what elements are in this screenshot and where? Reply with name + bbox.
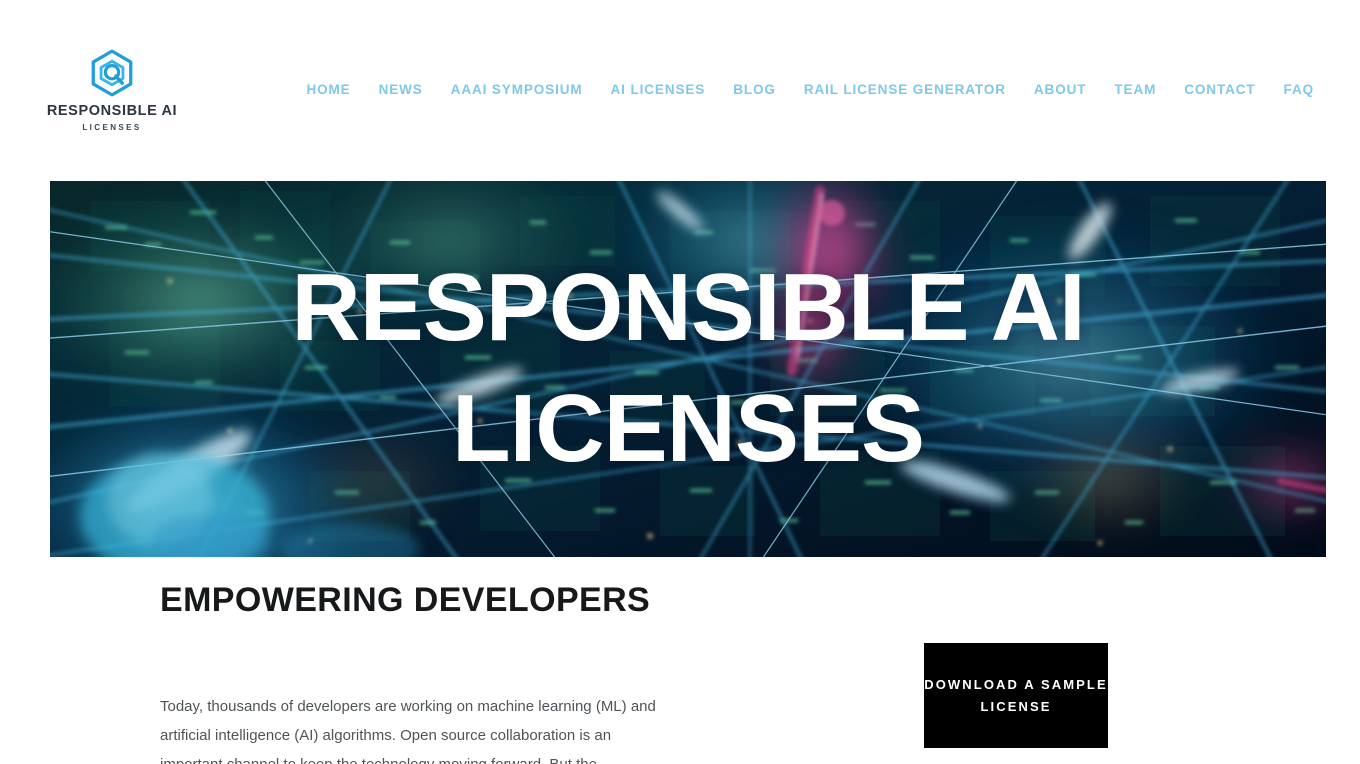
hero-title-line-1: RESPONSIBLE AI bbox=[291, 254, 1085, 362]
download-sample-license-button[interactable]: DOWNLOAD A SAMPLE LICENSE bbox=[924, 643, 1108, 748]
section-paragraph: Today, thousands of developers are worki… bbox=[160, 698, 656, 764]
nav-item-rail-license-generator[interactable]: RAIL LICENSE GENERATOR bbox=[790, 80, 1020, 99]
nav-item-faq[interactable]: FAQ bbox=[1270, 80, 1314, 99]
hero-title-line-2: LICENSES bbox=[451, 375, 925, 482]
hexagon-q-logo-icon bbox=[87, 48, 137, 98]
nav-item-news[interactable]: NEWS bbox=[365, 80, 437, 99]
brand-subtitle: LICENSES bbox=[82, 122, 142, 132]
nav-item-blog[interactable]: BLOG bbox=[719, 80, 790, 99]
hero-title: RESPONSIBLE AI LICENSES bbox=[50, 181, 1326, 557]
site-header: RESPONSIBLE AI LICENSES HOME NEWS AAAI S… bbox=[0, 0, 1360, 181]
brand-name: RESPONSIBLE AI bbox=[46, 103, 178, 119]
nav-item-aaai-symposium[interactable]: AAAI SYMPOSIUM bbox=[437, 80, 597, 99]
section-heading: EMPOWERING DEVELOPERS bbox=[160, 581, 651, 619]
intro-section: EMPOWERING DEVELOPERS Today, thousands o… bbox=[0, 557, 1360, 764]
hero-banner: RESPONSIBLE AI LICENSES bbox=[50, 181, 1326, 557]
main-navigation: HOME NEWS AAAI SYMPOSIUM AI LICENSES BLO… bbox=[292, 80, 1314, 99]
nav-item-home[interactable]: HOME bbox=[292, 80, 364, 99]
nav-item-ai-licenses[interactable]: AI LICENSES bbox=[597, 80, 720, 99]
brand-logo-link[interactable]: RESPONSIBLE AI LICENSES bbox=[46, 48, 178, 132]
nav-item-about[interactable]: ABOUT bbox=[1020, 80, 1101, 99]
nav-item-contact[interactable]: CONTACT bbox=[1170, 80, 1269, 99]
nav-item-team[interactable]: TEAM bbox=[1100, 80, 1170, 99]
